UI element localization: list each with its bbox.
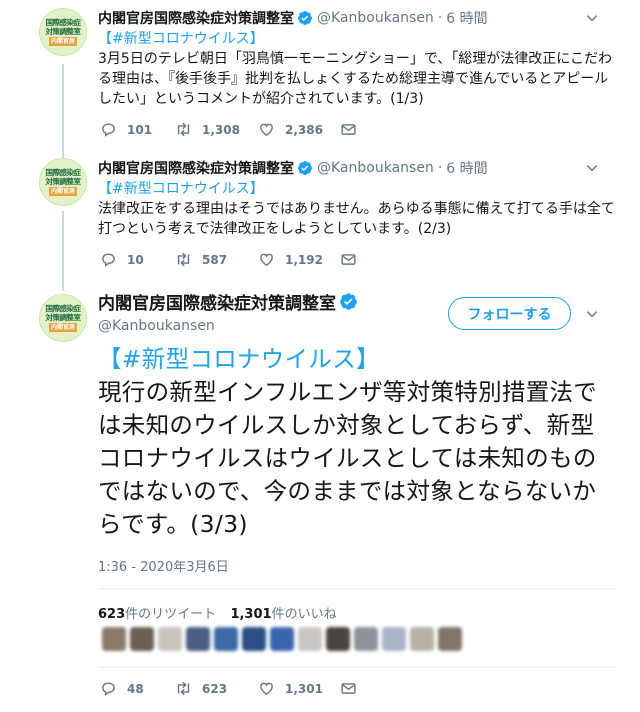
engagement-stats: 623件のリツイート 1,301件のいいね [98, 603, 337, 622]
verified-badge-icon [297, 11, 312, 25]
handle[interactable]: @Kanboukansen [317, 160, 434, 176]
retweet-icon [177, 122, 190, 137]
retweet-icon [177, 681, 190, 696]
message-button[interactable] [340, 251, 367, 268]
liker-avatar[interactable] [270, 627, 294, 651]
liker-avatar[interactable] [298, 627, 322, 651]
retweet-button[interactable]: 1,308 [175, 121, 258, 138]
liker-avatar[interactable] [354, 627, 378, 651]
timestamp[interactable]: 6 時間 [446, 8, 487, 28]
message-button[interactable] [340, 121, 367, 138]
tweet-text: 【#新型コロナウイルス】 3月5日のテレビ朝日「羽鳥慎一モーニングショー」で、「… [98, 29, 618, 109]
chevron-down-icon[interactable] [585, 11, 599, 25]
liker-avatar[interactable] [438, 627, 462, 651]
chevron-down-icon[interactable] [585, 161, 599, 175]
tweet-header: 内閣官房国際感染症対策調整室 @Kanboukansen · 6 時間 [98, 158, 488, 178]
hashtag-link[interactable]: 【#新型コロナウイルス】 [98, 343, 618, 376]
tweet-handle-row: @Kanboukansen [98, 318, 215, 334]
like-stat[interactable]: 1,301件のいいね [230, 607, 336, 622]
reply-button[interactable]: 101 [100, 121, 175, 138]
tweet-timestamp[interactable]: 1:36 - 2020年3月6日 [98, 556, 229, 575]
reply-icon [102, 253, 115, 267]
tweet-2[interactable]: 国際感染症 対策調整室 内閣官房 内閣官房国際感染症対策調整室 @Kanbouk… [0, 150, 640, 285]
like-button[interactable]: 1,301 [258, 680, 340, 697]
display-name[interactable]: 内閣官房国際感染症対策調整室 [98, 289, 336, 314]
handle[interactable]: @Kanboukansen [317, 10, 434, 26]
main-tweet-text: 【#新型コロナウイルス】 現行の新型インフルエンザ等対策特別措置法では未知のウイ… [98, 343, 618, 541]
retweet-button[interactable]: 623 [175, 680, 258, 697]
envelope-icon [341, 124, 356, 135]
heart-icon [260, 682, 273, 696]
liker-avatar[interactable] [102, 627, 126, 651]
hashtag-link[interactable]: 【#新型コロナウイルス】 [98, 179, 618, 199]
chevron-down-icon[interactable] [585, 307, 599, 321]
divider [98, 667, 616, 668]
like-button[interactable]: 2,386 [258, 121, 340, 138]
heart-icon [260, 123, 273, 137]
liker-avatar[interactable] [326, 627, 350, 651]
like-button[interactable]: 1,192 [258, 251, 340, 268]
verified-badge-icon [297, 161, 312, 175]
avatar[interactable]: 国際感染症 対策調整室 内閣官房 [39, 158, 87, 206]
liker-avatar[interactable] [214, 627, 238, 651]
reply-icon [102, 123, 115, 137]
liker-avatar[interactable] [130, 627, 154, 651]
liker-avatar[interactable] [186, 627, 210, 651]
reply-icon [102, 682, 115, 696]
display-name[interactable]: 内閣官房国際感染症対策調整室 [98, 158, 294, 178]
reply-button[interactable]: 48 [100, 680, 175, 697]
divider [98, 588, 616, 589]
hashtag-link[interactable]: 【#新型コロナウイルス】 [98, 29, 618, 49]
reply-button[interactable]: 10 [100, 251, 175, 268]
retweet-stat[interactable]: 623件のリツイート [98, 607, 216, 622]
main-tweet-actions: 48 623 1,301 [100, 680, 367, 697]
tweet-text: 【#新型コロナウイルス】 法律改正をする理由はそうではありません。あらゆる事態に… [98, 179, 618, 239]
avatar[interactable]: 国際感染症 対策調整室 内閣官房 [39, 294, 87, 342]
message-button[interactable] [340, 680, 367, 697]
retweet-button[interactable]: 587 [175, 251, 258, 268]
liker-avatars [102, 627, 466, 651]
timestamp[interactable]: 6 時間 [446, 158, 487, 178]
heart-icon [260, 253, 273, 267]
tweet-header: 内閣官房国際感染症対策調整室 @Kanboukansen · 6 時間 [98, 8, 488, 28]
liker-avatar[interactable] [410, 627, 434, 651]
verified-badge-icon [340, 293, 357, 310]
liker-avatar[interactable] [382, 627, 406, 651]
retweet-icon [177, 252, 190, 267]
envelope-icon [341, 683, 356, 694]
envelope-icon [341, 254, 356, 265]
liker-avatar[interactable] [158, 627, 182, 651]
tweet-actions: 101 1,308 2,386 [100, 121, 367, 138]
display-name[interactable]: 内閣官房国際感染症対策調整室 [98, 8, 294, 28]
avatar[interactable]: 国際感染症 対策調整室 内閣官房 [39, 8, 87, 56]
liker-avatar[interactable] [242, 627, 266, 651]
tweet-1[interactable]: 国際感染症 対策調整室 内閣官房 内閣官房国際感染症対策調整室 @Kanbouk… [0, 0, 640, 150]
tweet-header: 内閣官房国際感染症対策調整室 [98, 289, 362, 314]
handle[interactable]: @Kanboukansen [98, 318, 215, 334]
follow-button[interactable]: フォローする [448, 297, 571, 330]
tweet-actions: 10 587 1,192 [100, 251, 367, 268]
